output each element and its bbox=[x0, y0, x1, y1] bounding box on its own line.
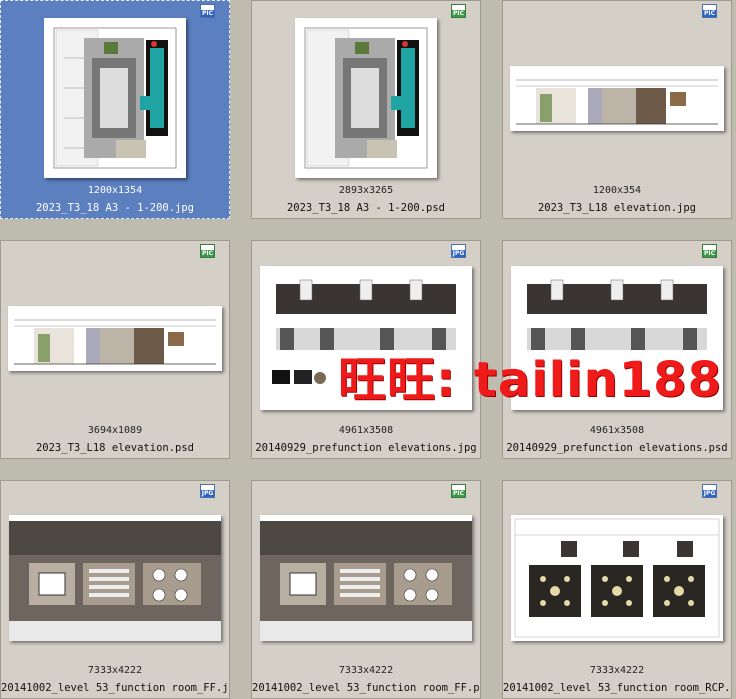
thumbnail-item[interactable]: PIC 1200x354 2023_T3_L18 elevation.jpg bbox=[502, 0, 732, 219]
image-dimensions: 7333x4222 bbox=[338, 665, 394, 676]
thumbnail-item[interactable]: JPG 7333x4222 20141002_level 53_function… bbox=[502, 480, 732, 699]
elevation-drawing bbox=[510, 65, 724, 131]
function-room-plan bbox=[260, 515, 472, 641]
thumbnail-item[interactable]: PIC 1200x1354 2023_T3_18 A3 - 1-200.jpg bbox=[0, 0, 230, 219]
file-name: 2023_T3_18 A3 - 1-200.psd bbox=[286, 202, 446, 214]
image-dimensions: 7333x4222 bbox=[589, 665, 645, 676]
file-name: 2023_T3_18 A3 - 1-200.jpg bbox=[35, 202, 195, 214]
thumbnail-image bbox=[258, 13, 474, 183]
thumbnail-image bbox=[258, 493, 474, 663]
thumbnail-item[interactable]: PIC 3694x1089 2023_T3_L18 elevation.psd bbox=[0, 240, 230, 459]
image-dimensions: 4961x3508 bbox=[589, 425, 645, 436]
thumbnail-image bbox=[509, 493, 725, 663]
image-dimensions: 7333x4222 bbox=[87, 665, 143, 676]
floor-plan-drawing bbox=[295, 18, 437, 178]
function-room-plan bbox=[9, 515, 221, 641]
file-name: 20140929_prefunction elevations.jpg bbox=[255, 442, 477, 454]
image-dimensions: 1200x354 bbox=[592, 185, 642, 196]
thumbnail-image bbox=[7, 253, 223, 423]
thumbnail-image bbox=[7, 13, 223, 183]
thumbnail-item[interactable]: PIC 4961x3508 20140929_prefunction eleva… bbox=[502, 240, 732, 459]
watermark-text: 旺旺: tailin188 bbox=[338, 352, 722, 408]
thumbnail-item[interactable]: PIC 2893x3265 2023_T3_18 A3 - 1-200.psd bbox=[251, 0, 481, 219]
thumbnail-image bbox=[7, 493, 223, 663]
image-dimensions: 2893x3265 bbox=[338, 185, 394, 196]
image-dimensions: 1200x1354 bbox=[87, 185, 143, 196]
image-dimensions: 4961x3508 bbox=[338, 425, 394, 436]
thumbnail-item[interactable]: PIC 7333x4222 20141002_level 53_function… bbox=[251, 480, 481, 699]
file-name: 20141002_level 53_function room_FF.psd bbox=[252, 682, 480, 694]
file-name: 2023_T3_L18 elevation.jpg bbox=[537, 202, 697, 214]
floor-plan-drawing bbox=[44, 18, 186, 178]
file-name: 20141002_level 53_function room_RCP... bbox=[503, 682, 731, 694]
thumbnail-item[interactable]: JPG 7333x4222 20141002_level 53_function… bbox=[0, 480, 230, 699]
file-name: 20141002_level 53_function room_FF.jpg bbox=[1, 682, 229, 694]
file-name: 20140929_prefunction elevations.psd bbox=[506, 442, 728, 454]
thumbnail-item[interactable]: JPG 4961x3508 20140929_prefunction eleva… bbox=[251, 240, 481, 459]
image-dimensions: 3694x1089 bbox=[87, 425, 143, 436]
file-name: 2023_T3_L18 elevation.psd bbox=[35, 442, 195, 454]
ceiling-plan-drawing bbox=[511, 515, 723, 641]
elevation-drawing bbox=[8, 305, 222, 371]
thumbnail-image bbox=[509, 13, 725, 183]
